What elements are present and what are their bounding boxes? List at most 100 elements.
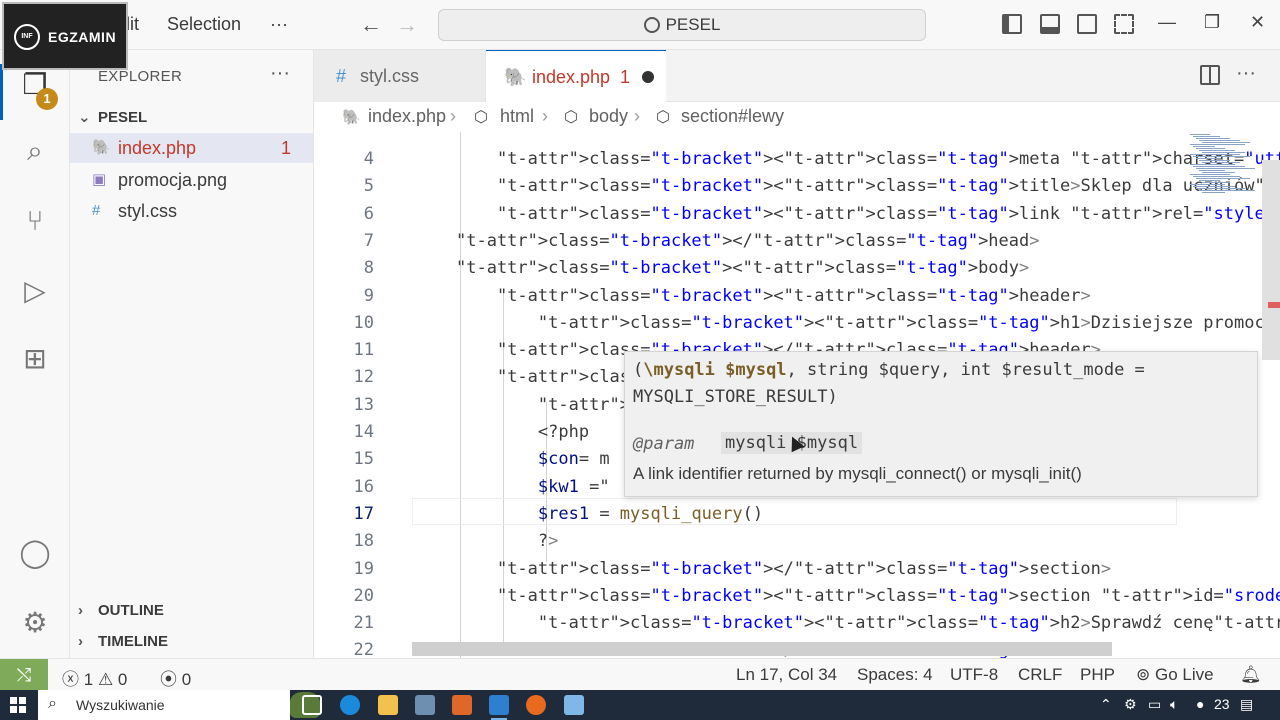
notification-center-icon[interactable]: ▤ xyxy=(1240,696,1253,713)
file-item-styl-css[interactable]: # styl.css xyxy=(70,196,313,226)
taskbar-search[interactable]: ⌕ Wyszukiwanie xyxy=(38,690,320,720)
toggle-secondary-sidebar-icon[interactable] xyxy=(1077,14,1097,34)
back-arrow-icon[interactable]: ← xyxy=(360,12,382,38)
explorer-more-button[interactable]: ··· xyxy=(270,62,290,85)
app-icon[interactable] xyxy=(415,695,435,715)
tab-index-php[interactable]: 🐘 index.php 1 xyxy=(486,50,666,102)
vertical-scrollbar[interactable] xyxy=(1262,160,1280,360)
minimap-line xyxy=(1193,166,1245,167)
microphone-icon[interactable]: ● xyxy=(1196,696,1204,712)
tray-chevron-up-icon[interactable]: ⌃ xyxy=(1100,696,1112,713)
minimap-line xyxy=(1190,144,1245,145)
unsaved-dot-icon[interactable] xyxy=(642,71,654,83)
breadcrumb-item[interactable]: html xyxy=(500,106,534,127)
source-control-icon[interactable]: ⑂ xyxy=(18,204,52,238)
error-scroll-marker xyxy=(1268,302,1280,308)
volume-icon[interactable]: 🔈︎ xyxy=(1170,696,1178,713)
minimap-line xyxy=(1199,190,1255,191)
search-icon[interactable]: ⌕ xyxy=(18,134,52,168)
outline-section-header[interactable]: › OUTLINE xyxy=(78,602,164,619)
error-count: 1 xyxy=(83,670,94,689)
settings-gear-icon[interactable]: ⚙ xyxy=(18,606,52,640)
breadcrumb-item[interactable]: index.php xyxy=(368,106,446,127)
network-icon[interactable]: ▭ xyxy=(1148,696,1161,713)
code-line[interactable]: 7 "t-attr">class="t-bracket"></"t-attr">c… xyxy=(314,228,1280,255)
minimize-icon[interactable]: — xyxy=(1158,12,1176,33)
minimap-line xyxy=(1190,184,1225,185)
toggle-primary-sidebar-icon[interactable] xyxy=(1002,14,1022,34)
customize-layout-icon[interactable] xyxy=(1114,14,1134,34)
line-number: 7 xyxy=(363,230,374,251)
taskbar-clock[interactable]: 23 xyxy=(1214,696,1230,712)
windows-start-icon[interactable] xyxy=(10,697,26,713)
code-text: "t-attr">class="t-bracket"><"t-attr">cla… xyxy=(496,585,1280,606)
firefox-icon[interactable] xyxy=(526,695,546,715)
code-text: "t-attr">class="t-bracket"><"t-attr">cla… xyxy=(537,613,1280,634)
code-line[interactable]: 10 "t-attr">class="t-bracket"><"t-attr">… xyxy=(314,310,1280,337)
problems-status[interactable]: ⓧ 1 ⚠ 0 xyxy=(62,665,127,690)
code-line[interactable]: 8 "t-attr">class="t-bracket"><"t-attr">cl… xyxy=(314,255,1280,282)
code-line[interactable]: 20 "t-attr">class="t-bracket"><"t-attr">… xyxy=(314,583,1280,610)
split-editor-icon[interactable] xyxy=(1200,65,1220,85)
task-view-icon[interactable] xyxy=(302,695,322,715)
xampp-icon[interactable] xyxy=(452,695,472,715)
code-line[interactable]: 5 "t-attr">class="t-bracket"><"t-attr">c… xyxy=(314,173,1280,200)
edge-browser-icon[interactable] xyxy=(340,695,360,715)
tab-label: styl.css xyxy=(360,66,420,86)
code-line[interactable]: 4 "t-attr">class="t-bracket"><"t-attr">c… xyxy=(314,146,1280,173)
toggle-panel-icon[interactable] xyxy=(1040,14,1060,34)
breadcrumb-item[interactable]: section#lewy xyxy=(681,106,784,127)
folder-name: PESEL xyxy=(98,109,148,126)
code-line[interactable]: 18 ?> xyxy=(314,528,1280,555)
file-item-index-php[interactable]: 🐘 index.php 1 xyxy=(70,133,313,163)
minimap-line xyxy=(1199,170,1225,171)
tab-styl-css[interactable]: # styl.css xyxy=(314,50,486,102)
file-explorer-icon[interactable] xyxy=(378,695,398,715)
egzamin-logo: INF EGZAMIN xyxy=(2,2,128,70)
ports-status[interactable]: ⦿ 0 xyxy=(160,665,191,690)
code-text: $con= m xyxy=(537,449,610,470)
code-text: "t-attr">class="t-bracket"><"t-attr">cla… xyxy=(496,203,1280,224)
minimap-line xyxy=(1202,172,1235,173)
line-number: 10 xyxy=(353,312,374,333)
close-icon[interactable]: ✕ xyxy=(1250,12,1265,33)
horizontal-scrollbar[interactable] xyxy=(412,642,1112,656)
timeline-section-header[interactable]: › TIMELINE xyxy=(78,633,168,650)
vscode-icon[interactable] xyxy=(489,695,509,720)
taskbar-search-placeholder: Wyszukiwanie xyxy=(76,697,165,713)
file-item-promocja-png[interactable]: ▣ promocja.png xyxy=(70,165,313,195)
line-number: 22 xyxy=(353,640,374,658)
restore-icon[interactable]: ❐ xyxy=(1204,12,1220,33)
line-number: 14 xyxy=(353,422,374,442)
run-debug-icon[interactable]: ▷ xyxy=(18,274,52,308)
logo-text: EGZAMIN xyxy=(48,29,117,45)
code-line[interactable]: 19 "t-attr">class="t-bracket"></"t-attr"… xyxy=(314,556,1280,583)
breadcrumb-separator-icon: › xyxy=(634,106,640,126)
language-mode[interactable]: PHP xyxy=(1080,665,1115,685)
notifications-bell-icon[interactable]: 🔔︎ xyxy=(1240,665,1262,685)
eol-status[interactable]: CRLF xyxy=(1018,665,1062,685)
minimap-line xyxy=(1199,160,1230,161)
tray-icon[interactable]: ⚙ xyxy=(1124,696,1137,713)
notepad-icon[interactable] xyxy=(564,695,584,715)
account-icon[interactable]: ◯ xyxy=(18,536,52,570)
line-number: 5 xyxy=(363,176,374,197)
code-line[interactable]: 21 "t-attr">class="t-bracket"><"t-attr">… xyxy=(314,610,1280,637)
code-line[interactable]: 6 "t-attr">class="t-bracket"><"t-attr">c… xyxy=(314,201,1280,228)
menu-more[interactable]: ··· xyxy=(270,14,288,35)
extensions-icon[interactable]: ⊞ xyxy=(18,342,52,376)
cursor-position[interactable]: Ln 17, Col 34 xyxy=(736,665,837,685)
breadcrumb-item[interactable]: body xyxy=(589,106,628,127)
remote-window-icon[interactable]: ⤭ xyxy=(0,659,48,691)
menu-selection[interactable]: Selection xyxy=(167,14,241,35)
editor-more-button[interactable]: ··· xyxy=(1236,62,1256,85)
indentation-status[interactable]: Spaces: 4 xyxy=(857,665,933,685)
go-live-button[interactable]: ⊚ Go Live xyxy=(1136,665,1214,685)
encoding-status[interactable]: UTF-8 xyxy=(950,665,998,685)
php-elephant-icon: 🐘 xyxy=(92,139,111,156)
code-line[interactable]: 9 "t-attr">class="t-bracket"><"t-attr">c… xyxy=(314,283,1280,310)
folder-header[interactable]: ⌄ PESEL xyxy=(78,108,147,126)
forward-arrow-icon[interactable]: → xyxy=(396,12,418,38)
command-center-search[interactable]: PESEL xyxy=(438,9,926,41)
code-line[interactable]: 17 $res1 = mysqli_query() xyxy=(314,501,1280,528)
